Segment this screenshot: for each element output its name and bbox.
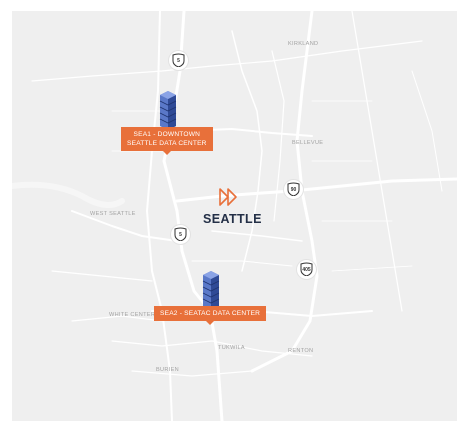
place-burien: BURIEN — [156, 367, 179, 373]
interstate-5-south-number: 5 — [179, 232, 182, 238]
sea2-label-pointer — [206, 321, 215, 325]
interstate-405-number: 405 — [302, 267, 311, 273]
interstate-5-south-shield-icon: 5 — [171, 225, 190, 244]
sea1-label-line1: SEA1 - DOWNTOWN — [133, 131, 201, 138]
sea1-server-stack-icon[interactable] — [157, 90, 179, 130]
map[interactable]: KIRKLAND BELLEVUE WEST SEATTLE WHITE CEN… — [12, 11, 457, 421]
interstate-5-north-number: 5 — [177, 58, 180, 64]
sea2-server-stack-icon[interactable] — [200, 270, 222, 310]
place-west-seattle: WEST SEATTLE — [90, 211, 136, 217]
sea2-label-line1: SEA2 - SEATAC DATA CENTER — [160, 310, 261, 317]
interstate-5-north-shield-icon: 5 — [169, 51, 188, 70]
place-tukwila: TUKWILA — [218, 345, 245, 351]
place-renton: RENTON — [288, 348, 314, 354]
fast-forward-logo-icon — [219, 188, 237, 206]
sea2-data-center-label[interactable]: SEA2 - SEATAC DATA CENTER — [154, 306, 267, 325]
place-bellevue: BELLEVUE — [292, 140, 324, 146]
sea1-data-center-label[interactable]: SEA1 - DOWNTOWN SEATTLE DATA CENTER — [121, 127, 213, 155]
sea1-label-pointer — [162, 151, 171, 155]
place-kirkland: KIRKLAND — [288, 41, 319, 47]
interstate-405-shield-icon: 405 — [297, 260, 316, 279]
place-white-center: WHITE CENTER — [109, 312, 156, 318]
interstate-90-shield-icon: 90 — [284, 180, 303, 199]
sea1-label-line2: SEATTLE DATA CENTER — [127, 140, 207, 147]
interstate-90-number: 90 — [290, 187, 297, 193]
city-name-seattle: SEATTLE — [203, 212, 262, 226]
